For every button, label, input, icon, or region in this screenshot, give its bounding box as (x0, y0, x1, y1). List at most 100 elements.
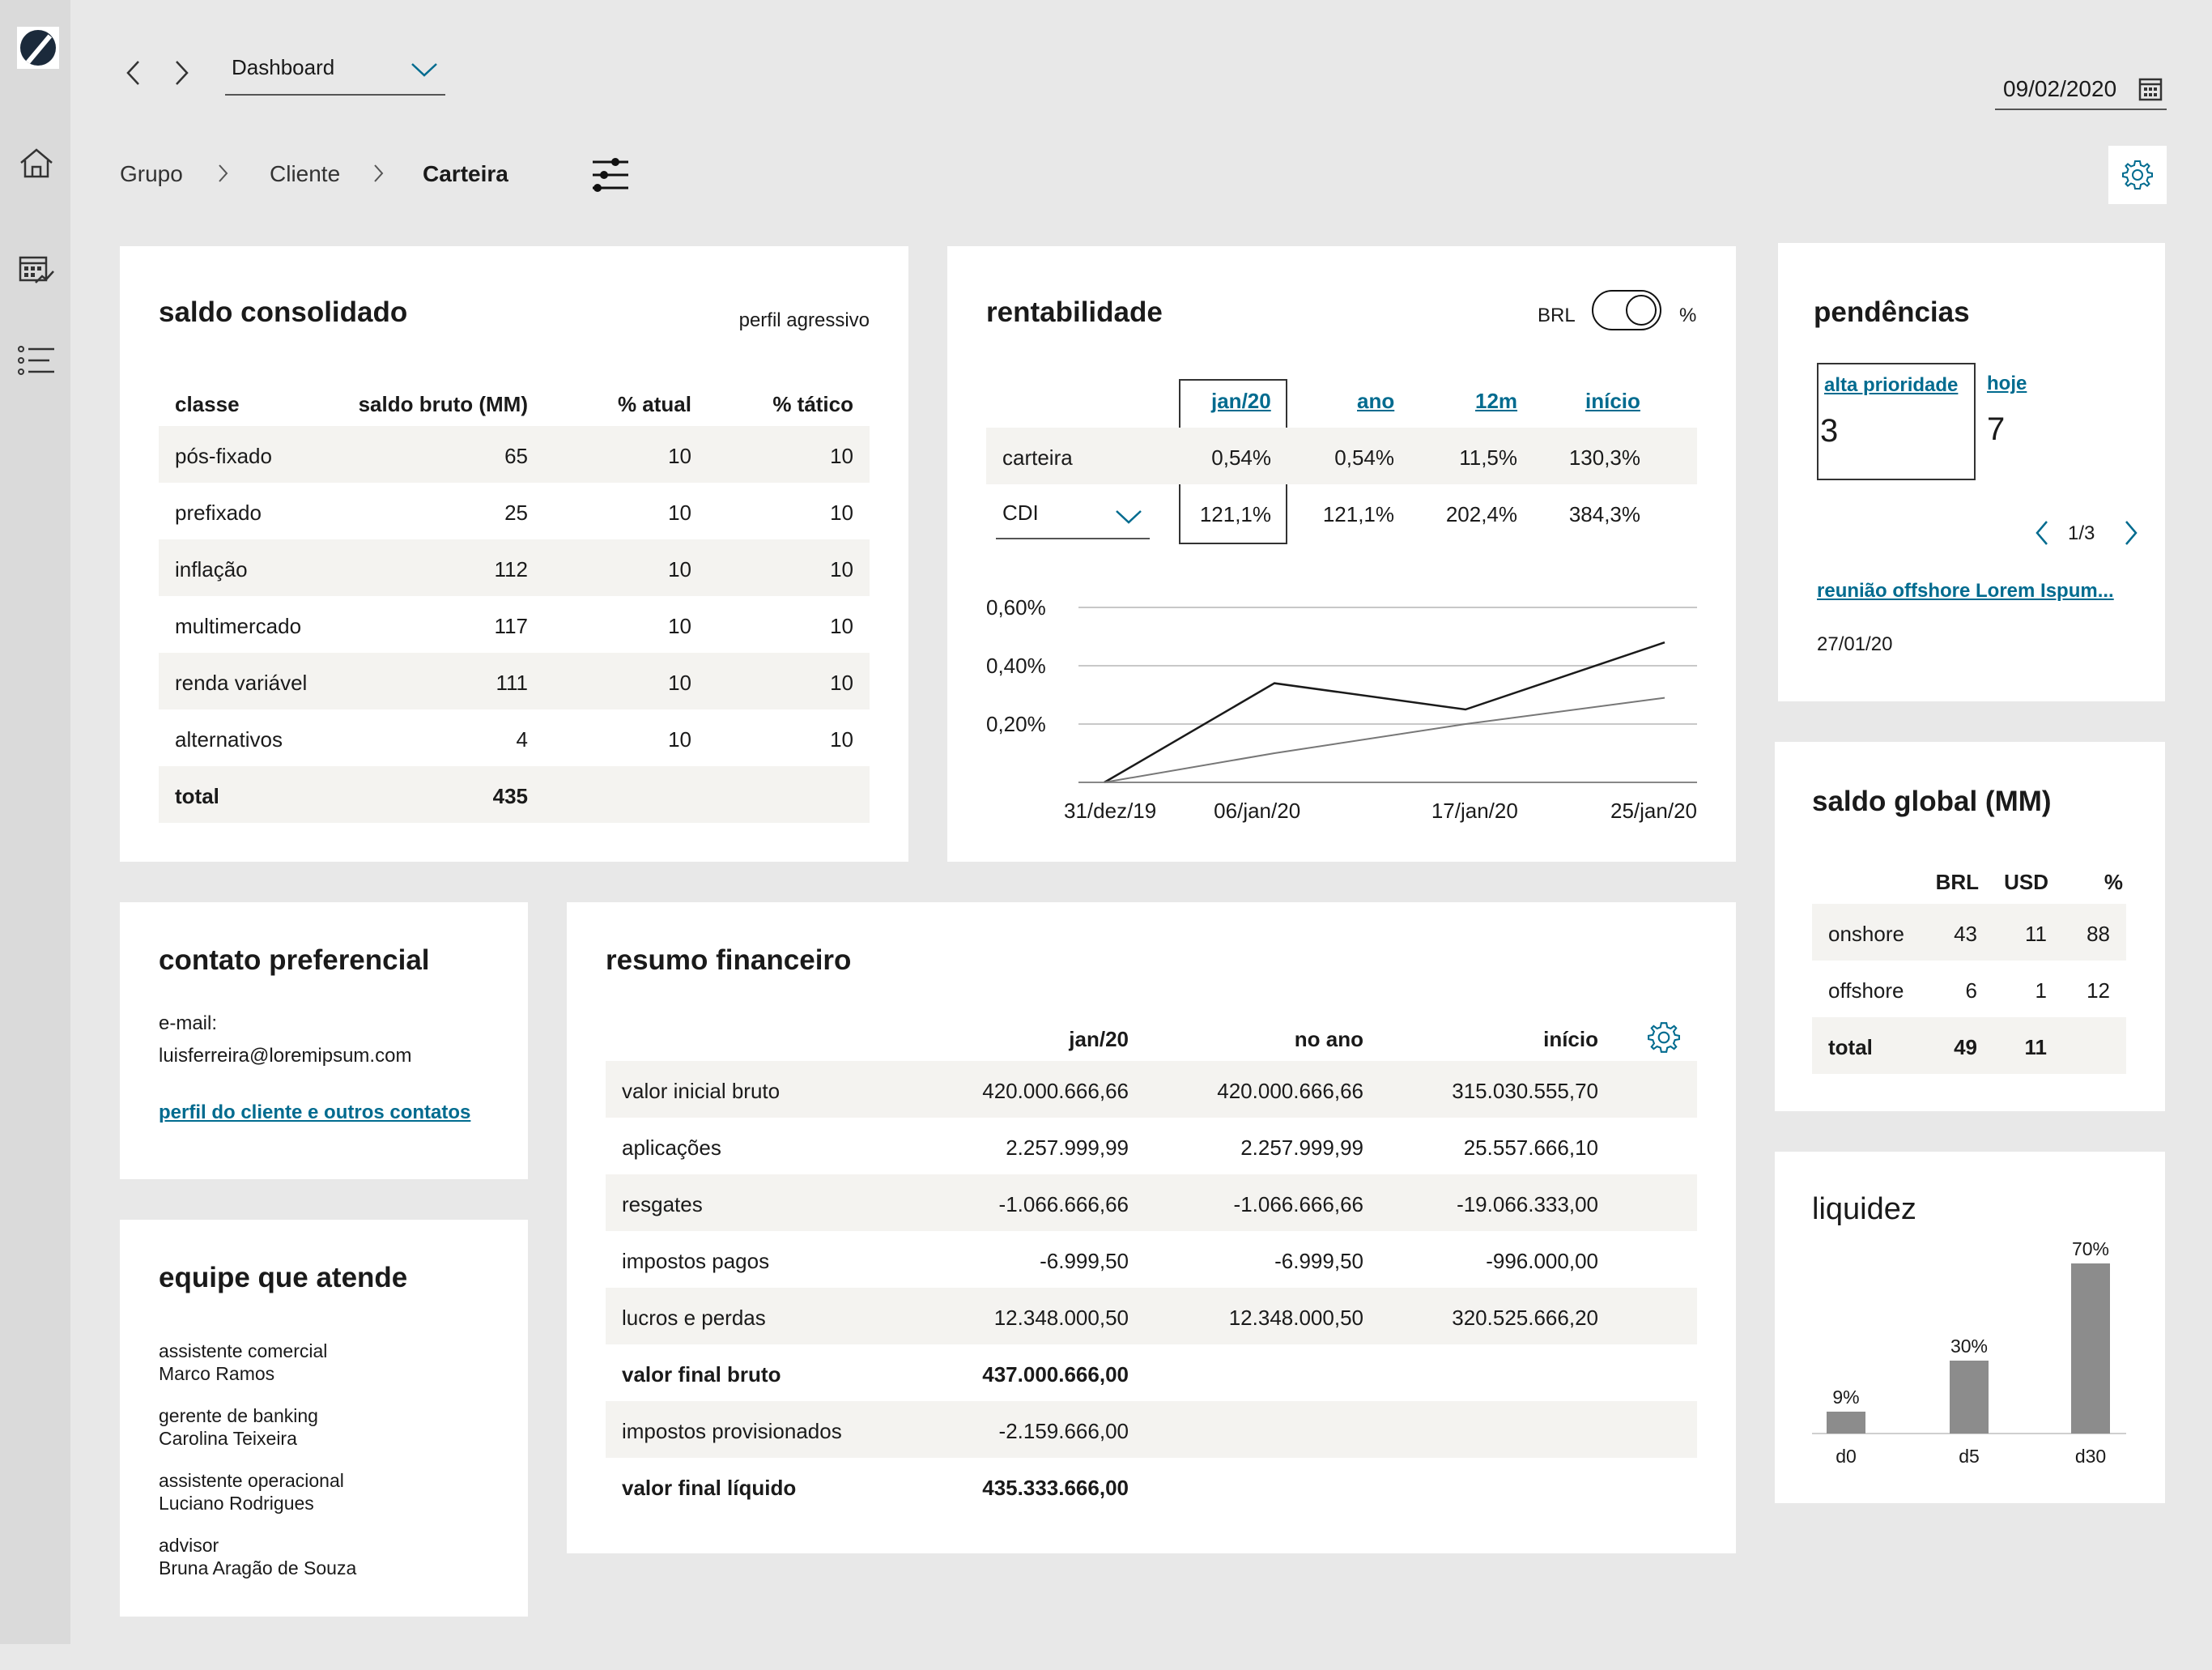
saldo-title: saldo consolidado (159, 296, 408, 328)
bar-value-label: 30% (1950, 1336, 1988, 1357)
col-atual: % atual (617, 392, 691, 416)
cell-tatico: 10 (830, 557, 853, 582)
bar-value-label: 70% (2072, 1238, 2109, 1259)
list-icon[interactable] (15, 339, 58, 382)
cell-jan20: -6.999,50 (1040, 1249, 1129, 1273)
series-line (1104, 641, 1665, 784)
cell-no-ano: 12.348.000,50 (1228, 1306, 1363, 1330)
cell-saldo: 25 (504, 501, 528, 525)
team-member: assistente operacional Luciano Rodrigues (159, 1469, 344, 1515)
cell-inicio: 25.557.666,10 (1463, 1135, 1598, 1160)
cell-atual: 10 (668, 671, 691, 695)
col-jan20: jan/20 (1069, 1027, 1129, 1051)
total-row: total 49 11 (1812, 1017, 2126, 1074)
member-role: gerente de banking (159, 1405, 318, 1426)
pendencia-link[interactable]: reunião offshore Lorem Ispum... (1817, 580, 2114, 603)
cell-atual: 10 (668, 727, 691, 752)
cell-jan20: -2.159.666,00 (998, 1419, 1129, 1443)
member-role: assistente comercial (159, 1340, 328, 1361)
pager: 1/3 (2068, 522, 2095, 544)
back-arrow-icon[interactable] (118, 57, 151, 89)
cell-classe: inflação (175, 557, 248, 582)
date-picker[interactable]: 09/02/2020 (1995, 70, 2167, 110)
bar (2071, 1263, 2110, 1434)
cell-classe: renda variável (175, 671, 308, 695)
chevron-right-icon (374, 164, 384, 182)
table-row: valor final bruto 437.000.666,00 (606, 1344, 1697, 1401)
cell-jan20: 420.000.666,66 (982, 1079, 1129, 1103)
logo[interactable] (17, 27, 59, 69)
hoje-tab[interactable]: hoje (1987, 373, 2027, 395)
cell-label: impostos pagos (622, 1249, 770, 1273)
col-inicio: início (1543, 1027, 1598, 1051)
filter-sliders-icon[interactable] (589, 154, 632, 196)
cell-tatico: 10 (830, 501, 853, 525)
forward-arrow-icon[interactable] (165, 57, 198, 89)
chevron-left-icon[interactable] (2031, 518, 2053, 547)
view-select[interactable]: Dashboard (225, 49, 445, 96)
sidebar (0, 0, 70, 1644)
saldo-global-card: saldo global (MM) BRL USD % onshore 43 1… (1775, 742, 2165, 1111)
table-row: pós-fixado 65 10 10 (159, 426, 870, 483)
cell-pct: 88 (2087, 922, 2110, 946)
table-row: valor final líquido 435.333.666,00 (606, 1458, 1697, 1515)
cell-label: valor inicial bruto (622, 1079, 781, 1103)
pendencia-date: 27/01/20 (1817, 633, 1893, 655)
cell-tatico: 10 (830, 727, 853, 752)
email-value: luisferreira@loremipsum.com (159, 1045, 412, 1067)
breadcrumb-grupo[interactable]: Grupo (120, 161, 183, 187)
equipe-title: equipe que atende (159, 1262, 408, 1293)
chevron-down-icon (411, 63, 437, 77)
cell-inicio: -996.000,00 (1486, 1249, 1598, 1273)
total-usd: 11 (2024, 1035, 2048, 1059)
col-tatico: % tático (772, 392, 853, 416)
chevron-right-icon[interactable] (2120, 518, 2142, 547)
col-saldo: saldo bruto (MM) (358, 392, 528, 416)
cell-no-ano: -6.999,50 (1274, 1249, 1363, 1273)
breadcrumb-carteira: Carteira (423, 161, 508, 186)
table-row: inflação 112 10 10 (159, 539, 870, 596)
x-tick-label: 31/dez/19 (1064, 799, 1156, 823)
cell-inicio: -19.066.333,00 (1457, 1192, 1598, 1216)
total-label: total (1828, 1035, 1873, 1059)
pend-title: pendências (1814, 296, 1970, 328)
y-tick-label: 0,40% (986, 654, 1046, 678)
team-member: advisor Bruna Aragão de Souza (159, 1534, 356, 1579)
table-row: prefixado 25 10 10 (159, 483, 870, 539)
cell-usd: 11 (2025, 922, 2047, 946)
cell-atual: 10 (668, 444, 691, 468)
total-label: total (175, 784, 219, 808)
client-profile-link[interactable]: perfil do cliente e outros contatos (159, 1101, 470, 1124)
cell-no-ano: 420.000.666,66 (1217, 1079, 1363, 1103)
table-row: valor inicial bruto 420.000.666,66 420.0… (606, 1061, 1697, 1118)
cell-classe: alternativos (175, 727, 283, 752)
cell-local: onshore (1828, 922, 1904, 946)
bar-category-label: d5 (1959, 1446, 1980, 1467)
breadcrumb-cliente[interactable]: Cliente (270, 161, 340, 187)
saldo-consolidado-card: saldo consolidado perfil agressivo class… (120, 246, 908, 862)
member-name: Marco Ramos (159, 1363, 275, 1384)
table-row: resgates -1.066.666,66 -1.066.666,66 -19… (606, 1174, 1697, 1231)
cell-saldo: 65 (504, 444, 528, 468)
alta-prioridade-tab[interactable]: alta prioridade 3 (1817, 363, 1976, 480)
liquidez-card: liquidez 9% d0 30% d5 70% d30 (1775, 1152, 2165, 1503)
x-tick-label: 25/jan/20 (1610, 799, 1697, 823)
total-brl: 49 (1954, 1035, 1977, 1059)
cell-jan20: 437.000.666,00 (982, 1362, 1129, 1387)
cell-pct: 12 (2087, 978, 2110, 1003)
calendar-chart-icon[interactable] (15, 248, 58, 292)
gear-icon (2122, 160, 2153, 190)
settings-button[interactable] (2108, 146, 2167, 204)
table-row: alternativos 4 10 10 (159, 709, 870, 766)
profile-label: perfil agressivo (738, 309, 870, 331)
cell-no-ano: 2.257.999,99 (1240, 1135, 1363, 1160)
table-row: offshore 6 1 12 (1812, 961, 2126, 1017)
bar-category-label: d30 (2075, 1446, 2106, 1467)
gear-icon[interactable] (1647, 1020, 1681, 1054)
pendencias-card: pendências alta prioridade 3 hoje 7 1/3 … (1778, 243, 2165, 701)
cell-jan20: 12.348.000,50 (993, 1306, 1129, 1330)
home-icon[interactable] (15, 141, 58, 185)
cell-usd: 1 (2035, 978, 2047, 1003)
table-row: lucros e perdas 12.348.000,50 12.348.000… (606, 1288, 1697, 1344)
cell-inicio: 315.030.555,70 (1452, 1079, 1598, 1103)
